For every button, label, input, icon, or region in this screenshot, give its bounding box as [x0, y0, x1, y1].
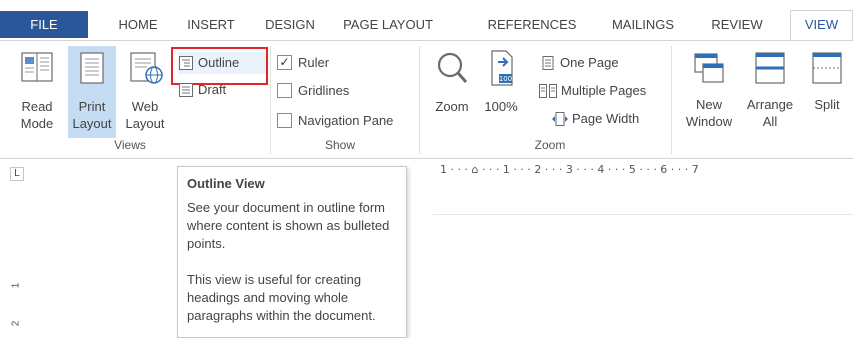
- multiple-pages-button[interactable]: Multiple Pages: [538, 80, 646, 102]
- tooltip-title: Outline View: [187, 176, 265, 191]
- zoom-100-badge: 100: [499, 75, 512, 83]
- page-edge: [433, 214, 853, 215]
- tooltip-paragraph-1: See your document in outline form where …: [187, 200, 390, 251]
- draft-icon: [179, 82, 193, 97]
- web-layout-button[interactable]: Web Layout: [120, 46, 170, 138]
- read-mode-button[interactable]: Read Mode: [14, 46, 60, 138]
- vertical-ruler[interactable]: 2 1: [10, 240, 25, 338]
- print-layout-button[interactable]: Print Layout: [68, 46, 116, 138]
- gridlines-check-box: [277, 83, 292, 99]
- page-width-label: Page Width: [572, 111, 640, 126]
- gridlines-checkbox[interactable]: Gridlines: [277, 80, 349, 102]
- vruler-number-1: 1: [10, 282, 22, 289]
- arrange-all-button[interactable]: Arrange All: [742, 48, 798, 138]
- read-mode-label-1: Read: [21, 99, 53, 114]
- group-separator: [270, 46, 271, 154]
- views-group-label: Views: [114, 138, 146, 152]
- page-width-icon: [552, 111, 568, 126]
- print-layout-label-1: Print: [78, 99, 106, 114]
- navigation-pane-checkbox[interactable]: Navigation Pane: [277, 110, 393, 132]
- tab-file[interactable]: FILE: [0, 11, 88, 38]
- one-page-label: One Page: [560, 55, 619, 70]
- zoom-100-button[interactable]: 100 100%: [480, 48, 522, 126]
- web-layout-label-1: Web: [131, 99, 159, 114]
- document-area: [0, 160, 853, 338]
- navigation-pane-label: Navigation Pane: [298, 113, 394, 128]
- one-page-button[interactable]: One Page: [540, 52, 619, 74]
- split-icon: [812, 52, 842, 84]
- arrange-all-label-1: Arrange: [746, 97, 794, 112]
- ribbon-tab-bar: FILE HOME INSERT DESIGN PAGE LAYOUT REFE…: [0, 0, 853, 41]
- show-group-label: Show: [324, 138, 356, 152]
- zoom-100-icon: 100: [491, 50, 513, 86]
- vruler-number-2: 2: [10, 320, 22, 327]
- group-separator: [419, 46, 420, 154]
- navigation-pane-check-box: [277, 113, 292, 129]
- ruler-check-mark: ✓: [277, 55, 292, 71]
- read-mode-label-2: Mode: [20, 116, 54, 131]
- draft-label: Draft: [198, 82, 227, 97]
- tooltip-paragraph-2: This view is useful for creating heading…: [187, 272, 376, 323]
- gridlines-label: Gridlines: [298, 83, 350, 98]
- magnifier-icon: [437, 52, 468, 83]
- zoom-100-label: 100%: [484, 99, 518, 114]
- tab-design[interactable]: DESIGN: [259, 11, 321, 38]
- arrange-all-label-2: All: [762, 114, 778, 129]
- outline-view-tooltip: Outline View See your document in outlin…: [177, 166, 407, 338]
- tab-selector[interactable]: L: [10, 167, 24, 181]
- horizontal-ruler[interactable]: 1 · · · ⌂ · · · 1 · · · 2 · · · 3 · · · …: [440, 163, 853, 183]
- multiple-pages-icon: [539, 83, 557, 98]
- tab-home[interactable]: HOME: [108, 11, 168, 38]
- zoom-button[interactable]: Zoom: [428, 48, 476, 126]
- multiple-pages-label: Multiple Pages: [561, 83, 647, 98]
- horizontal-ruler-ticks: 1 · · · ⌂ · · · 1 · · · 2 · · · 3 · · · …: [440, 163, 699, 176]
- tab-view[interactable]: VIEW: [790, 10, 853, 41]
- ruler-checkbox[interactable]: ✓ Ruler: [277, 52, 329, 74]
- tab-references[interactable]: REFERENCES: [484, 11, 580, 38]
- split-label: Split: [814, 97, 840, 112]
- arrange-all-icon: [755, 52, 785, 84]
- print-layout-label-2: Layout: [72, 116, 112, 131]
- new-window-button[interactable]: New Window: [680, 48, 738, 138]
- new-window-label-2: Window: [685, 114, 733, 129]
- print-layout-icon: [80, 52, 104, 84]
- tab-mailings[interactable]: MAILINGS: [603, 11, 683, 38]
- zoom-label: Zoom: [435, 99, 469, 114]
- page-width-button[interactable]: Page Width: [551, 108, 639, 130]
- split-button[interactable]: Split: [804, 48, 850, 138]
- group-separator: [671, 46, 672, 154]
- new-window-icon: [694, 53, 724, 83]
- web-layout-icon: [130, 52, 163, 84]
- draft-button[interactable]: Draft: [178, 79, 226, 101]
- read-mode-icon: [21, 52, 53, 82]
- tab-page-layout[interactable]: PAGE LAYOUT: [338, 11, 438, 38]
- zoom-group-label: Zoom: [534, 138, 566, 152]
- web-layout-label-2: Layout: [125, 116, 165, 131]
- one-page-icon: [542, 55, 554, 70]
- ruler-label: Ruler: [298, 55, 330, 70]
- tab-insert[interactable]: INSERT: [180, 11, 242, 38]
- new-window-label-1: New: [695, 97, 722, 112]
- tab-review[interactable]: REVIEW: [702, 11, 772, 38]
